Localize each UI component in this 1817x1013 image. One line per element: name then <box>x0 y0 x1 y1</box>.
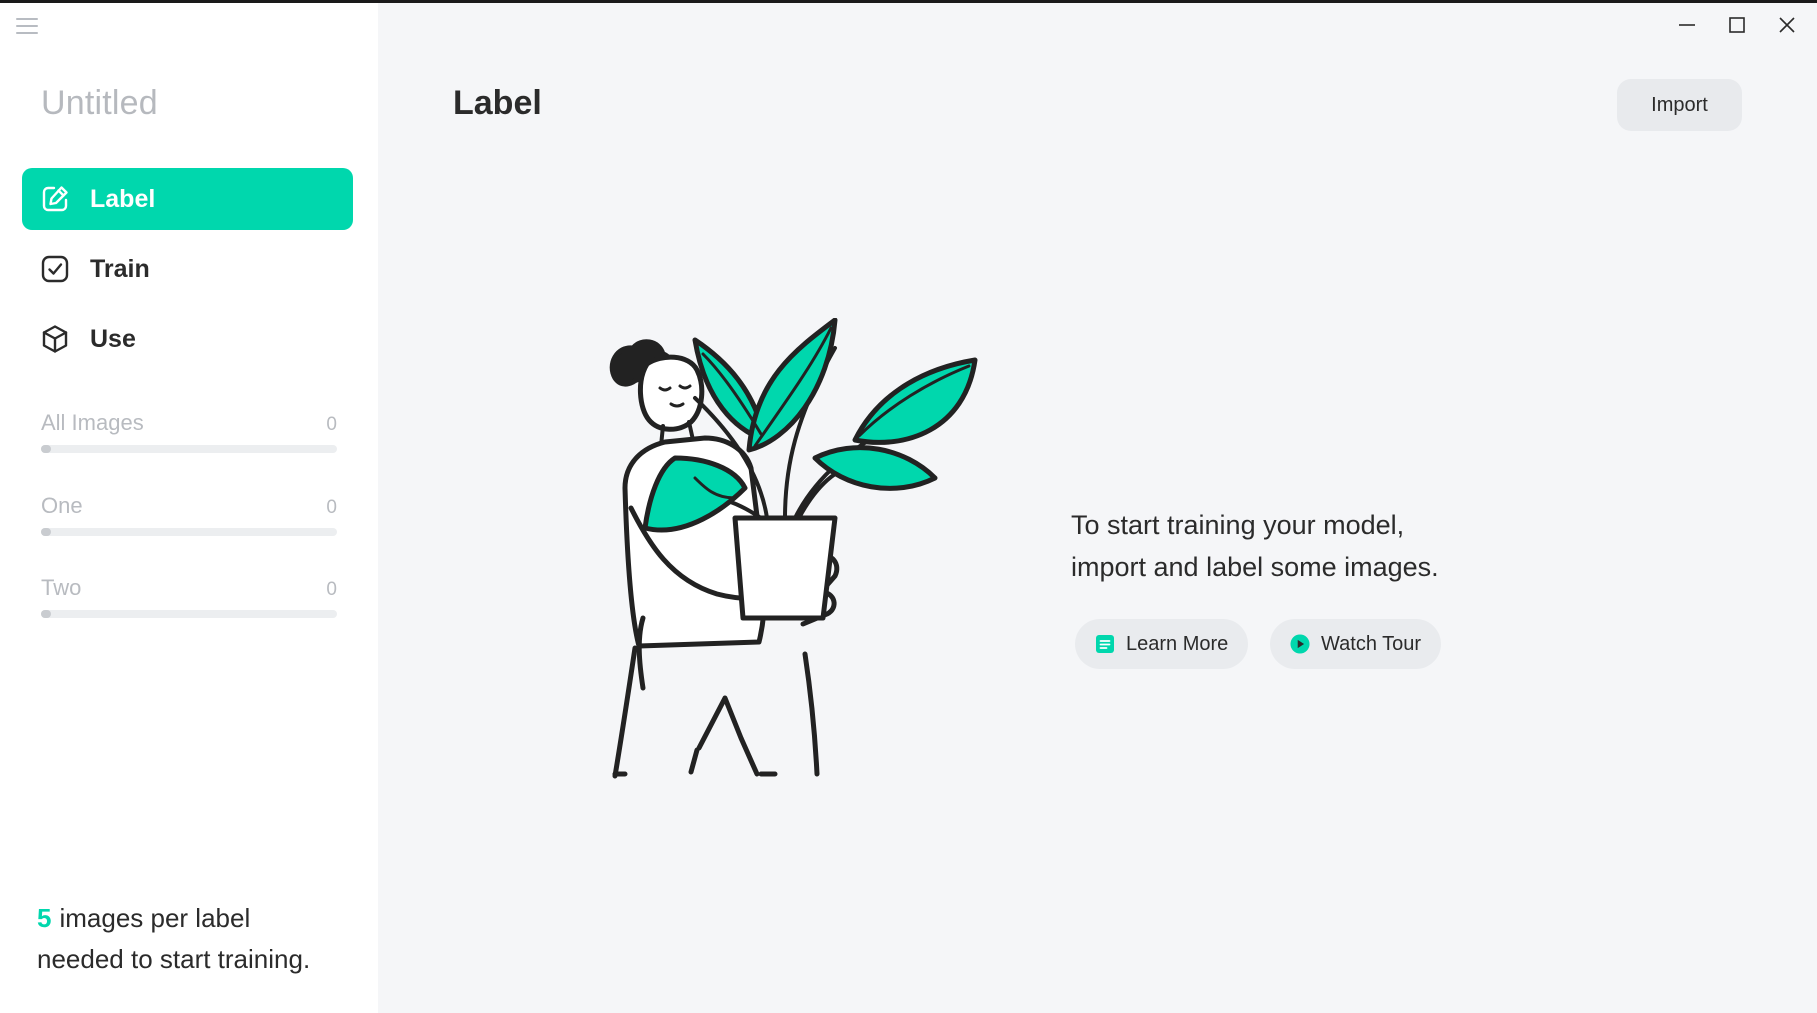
message-line-2: import and label some images. <box>1071 552 1439 582</box>
note-line-2: needed to start training. <box>37 944 311 974</box>
edit-icon <box>40 184 70 214</box>
minimize-icon[interactable] <box>1674 12 1700 38</box>
stat-count: 0 <box>326 497 337 518</box>
nav-label: Train <box>90 254 150 283</box>
document-icon <box>1095 634 1115 654</box>
import-button[interactable]: Import <box>1617 79 1742 131</box>
stat-name: All Images <box>41 410 144 435</box>
required-count: 5 <box>37 903 52 933</box>
hamburger-menu-icon[interactable] <box>16 18 38 34</box>
stat-count: 0 <box>326 414 337 435</box>
person-with-plant-illustration <box>585 317 1005 780</box>
watch-tour-label: Watch Tour <box>1321 632 1422 655</box>
nav-item-label[interactable]: Label <box>22 168 353 230</box>
project-title[interactable]: Untitled <box>41 84 158 123</box>
stat-name: Two <box>41 575 82 600</box>
note-line-1: images per label <box>59 903 251 933</box>
empty-state-message: To start training your model, import and… <box>1071 504 1491 588</box>
play-icon <box>1290 634 1310 654</box>
learn-more-button[interactable]: Learn More <box>1075 619 1249 669</box>
stat-count: 0 <box>326 579 337 600</box>
nav-item-use[interactable]: Use <box>22 308 353 370</box>
close-icon[interactable] <box>1774 12 1800 38</box>
watch-tour-button[interactable]: Watch Tour <box>1270 619 1442 669</box>
progress-bar <box>41 610 337 618</box>
page-title: Label <box>453 84 542 122</box>
stat-all-images[interactable]: All Images 0 <box>41 410 337 453</box>
stat-name: One <box>41 493 83 518</box>
sidebar: Untitled Label Train Use All Images 0 On… <box>0 0 378 1013</box>
checkbox-icon <box>40 254 70 284</box>
message-line-1: To start training your model, <box>1071 510 1405 540</box>
training-requirement-note: 5 images per label needed to start traini… <box>37 898 310 980</box>
stat-one[interactable]: One 0 <box>41 493 337 536</box>
progress-bar <box>41 528 337 536</box>
learn-more-label: Learn More <box>1126 632 1229 655</box>
nav-label: Label <box>90 184 156 213</box>
cube-icon <box>40 324 70 354</box>
stat-two[interactable]: Two 0 <box>41 575 337 618</box>
maximize-icon[interactable] <box>1724 12 1750 38</box>
progress-bar <box>41 445 337 453</box>
nav-item-train[interactable]: Train <box>22 238 353 300</box>
window-top-edge <box>0 0 1817 3</box>
nav-label: Use <box>90 324 136 353</box>
